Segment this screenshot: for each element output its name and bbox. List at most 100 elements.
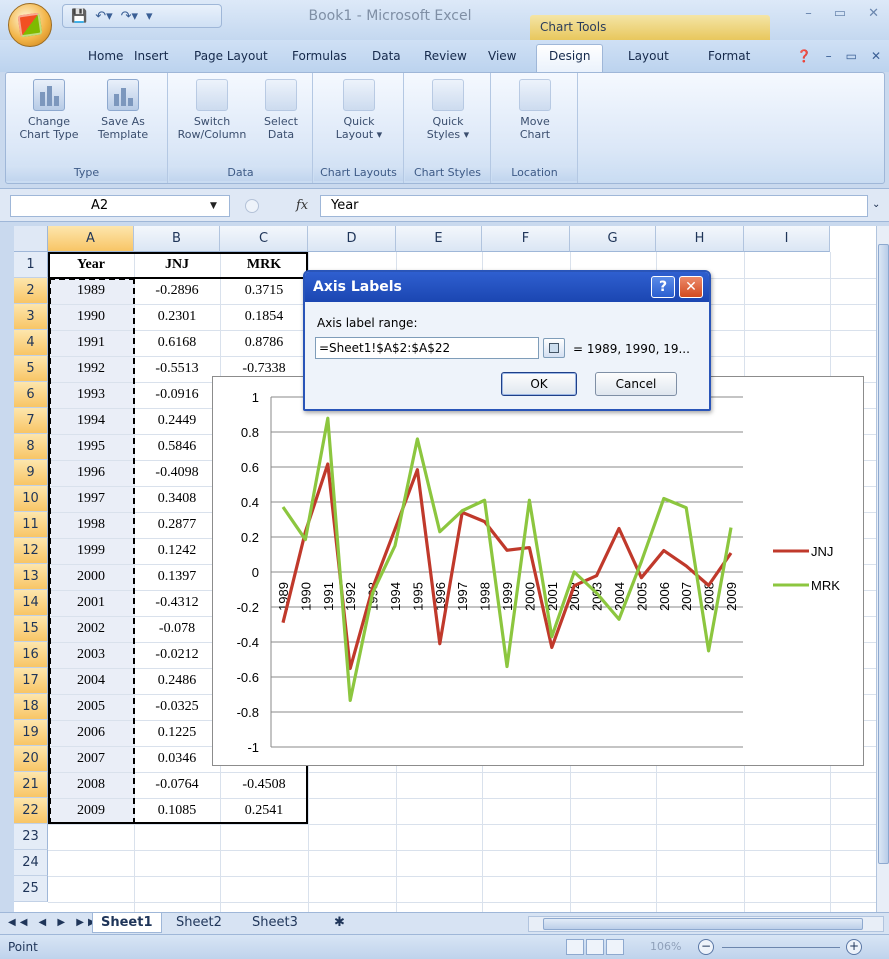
sheet-tab-sheet2[interactable]: Sheet2 bbox=[168, 913, 230, 933]
redo-icon[interactable]: ↷▾ bbox=[121, 9, 138, 24]
row-header-16[interactable]: 16 bbox=[14, 642, 48, 668]
tab-view[interactable]: View bbox=[488, 49, 516, 63]
page-layout-view-icon[interactable] bbox=[586, 939, 604, 955]
row-header-10[interactable]: 10 bbox=[14, 486, 48, 512]
row-header-11[interactable]: 11 bbox=[14, 512, 48, 538]
select-all-corner[interactable] bbox=[14, 226, 48, 252]
column-header-f[interactable]: F bbox=[482, 226, 570, 252]
horizontal-scrollbar[interactable] bbox=[528, 916, 884, 932]
sheet-nav-icon[interactable]: ◀◀ ◀ ▶ ▶▶ bbox=[8, 917, 100, 928]
save-icon[interactable]: 💾 bbox=[71, 9, 87, 24]
column-header-i[interactable]: I bbox=[744, 226, 830, 252]
insert-sheet-icon[interactable]: ✱ bbox=[326, 913, 353, 933]
tab-design[interactable]: Design bbox=[536, 44, 604, 72]
quick-layout-button[interactable]: Quick Layout ▾ bbox=[324, 79, 394, 141]
dialog-close-button[interactable]: ✕ bbox=[679, 276, 703, 298]
restore-icon[interactable]: ▭ bbox=[834, 6, 846, 21]
column-header-c[interactable]: C bbox=[220, 226, 308, 252]
sheet-tab-sheet3[interactable]: Sheet3 bbox=[244, 913, 306, 933]
zoom-level[interactable]: 106% bbox=[650, 940, 681, 953]
x-tick-label: 1991 bbox=[321, 582, 336, 611]
group-data: Switch Row/Column Select Data Data bbox=[169, 73, 313, 183]
row-header-19[interactable]: 19 bbox=[14, 720, 48, 746]
row-header-17[interactable]: 17 bbox=[14, 668, 48, 694]
office-button[interactable] bbox=[8, 3, 52, 47]
dialog-title-bar[interactable]: Axis Labels ? ✕ bbox=[305, 272, 709, 302]
ok-button[interactable]: OK bbox=[501, 372, 577, 396]
page-break-view-icon[interactable] bbox=[606, 939, 624, 955]
axis-label-range-input[interactable]: =Sheet1!$A$2:$A$22 bbox=[315, 337, 539, 359]
undo-icon[interactable]: ↶▾ bbox=[95, 9, 112, 24]
row-header-14[interactable]: 14 bbox=[14, 590, 48, 616]
row-header-6[interactable]: 6 bbox=[14, 382, 48, 408]
line-chart[interactable]: 10.80.60.40.20-0.2-0.4-0.6-0.8-11989 1990… bbox=[213, 377, 865, 767]
move-chart-button[interactable]: Move Chart bbox=[508, 79, 562, 141]
vertical-scrollbar[interactable] bbox=[876, 226, 889, 912]
tab-format[interactable]: Format bbox=[708, 49, 750, 63]
gridline-horizontal bbox=[48, 850, 876, 851]
tab-page-layout[interactable]: Page Layout bbox=[194, 49, 268, 63]
vertical-scroll-thumb[interactable] bbox=[878, 244, 889, 864]
close-workbook-icon[interactable]: ✕ bbox=[871, 49, 881, 63]
zoom-in-icon[interactable]: + bbox=[846, 939, 862, 955]
row-header-21[interactable]: 21 bbox=[14, 772, 48, 798]
row-header-7[interactable]: 7 bbox=[14, 408, 48, 434]
minimize-workbook-icon[interactable]: – bbox=[826, 49, 832, 63]
insert-function-icon[interactable]: fx bbox=[296, 198, 308, 213]
chart-area[interactable]: 1 0.8 0.6 0.4 0.2 0 -0.2 -0.4 -0.6 -0.8 -1 1989 1990… bbox=[212, 376, 864, 766]
tab-home[interactable]: Home bbox=[88, 49, 123, 63]
name-box-dropdown-icon[interactable]: ▼ bbox=[210, 201, 217, 211]
quick-styles-button[interactable]: Quick Styles ▾ bbox=[415, 79, 481, 141]
column-header-b[interactable]: B bbox=[134, 226, 220, 252]
row-header-15[interactable]: 15 bbox=[14, 616, 48, 642]
name-box[interactable]: A2 bbox=[10, 195, 230, 217]
restore-workbook-icon[interactable]: ▭ bbox=[846, 49, 857, 63]
tab-insert[interactable]: Insert bbox=[134, 49, 168, 63]
row-header-25[interactable]: 25 bbox=[14, 876, 48, 902]
row-header-4[interactable]: 4 bbox=[14, 330, 48, 356]
column-header-g[interactable]: G bbox=[570, 226, 656, 252]
column-header-h[interactable]: H bbox=[656, 226, 744, 252]
row-header-9[interactable]: 9 bbox=[14, 460, 48, 486]
row-header-1[interactable]: 1 bbox=[14, 252, 48, 278]
column-header-a[interactable]: A bbox=[48, 226, 134, 252]
row-header-24[interactable]: 24 bbox=[14, 850, 48, 876]
close-icon[interactable]: ✕ bbox=[868, 6, 879, 21]
tab-data[interactable]: Data bbox=[372, 49, 401, 63]
collapse-dialog-button[interactable] bbox=[543, 338, 565, 358]
expand-formula-bar-icon[interactable]: ⌄ bbox=[872, 199, 880, 210]
row-header-23[interactable]: 23 bbox=[14, 824, 48, 850]
column-header-e[interactable]: E bbox=[396, 226, 482, 252]
save-as-template-button[interactable]: Save As Template bbox=[88, 79, 158, 141]
help-icon[interactable]: ❓ bbox=[797, 49, 812, 63]
row-header-8[interactable]: 8 bbox=[14, 434, 48, 460]
row-header-12[interactable]: 12 bbox=[14, 538, 48, 564]
select-data-button[interactable]: Select Data bbox=[255, 79, 307, 141]
normal-view-icon[interactable] bbox=[566, 939, 584, 955]
formula-input[interactable]: Year bbox=[320, 195, 868, 217]
tab-review[interactable]: Review bbox=[424, 49, 467, 63]
chart-tools-label: Chart Tools bbox=[540, 20, 607, 34]
row-header-13[interactable]: 13 bbox=[14, 564, 48, 590]
change-chart-type-button[interactable]: Change Chart Type bbox=[16, 79, 82, 141]
switch-row-column-button[interactable]: Switch Row/Column bbox=[175, 79, 249, 141]
tab-formulas[interactable]: Formulas bbox=[292, 49, 347, 63]
zoom-slider[interactable] bbox=[722, 947, 840, 948]
customize-qat-icon[interactable]: ▾ bbox=[146, 9, 153, 24]
sheet-tab-sheet1[interactable]: Sheet1 bbox=[92, 913, 162, 933]
zoom-out-icon[interactable]: − bbox=[698, 939, 714, 955]
minimize-icon[interactable]: – bbox=[805, 6, 812, 21]
tab-layout[interactable]: Layout bbox=[628, 49, 669, 63]
cancel-button[interactable]: Cancel bbox=[595, 372, 677, 396]
row-header-18[interactable]: 18 bbox=[14, 694, 48, 720]
status-mode: Point bbox=[8, 940, 38, 954]
column-header-d[interactable]: D bbox=[308, 226, 396, 252]
help-button[interactable]: ? bbox=[651, 276, 675, 298]
row-header-22[interactable]: 22 bbox=[14, 798, 48, 824]
y-tick-label: -0.6 bbox=[237, 670, 259, 685]
row-header-3[interactable]: 3 bbox=[14, 304, 48, 330]
row-header-2[interactable]: 2 bbox=[14, 278, 48, 304]
row-header-5[interactable]: 5 bbox=[14, 356, 48, 382]
horizontal-scroll-thumb[interactable] bbox=[543, 918, 863, 930]
row-header-20[interactable]: 20 bbox=[14, 746, 48, 772]
